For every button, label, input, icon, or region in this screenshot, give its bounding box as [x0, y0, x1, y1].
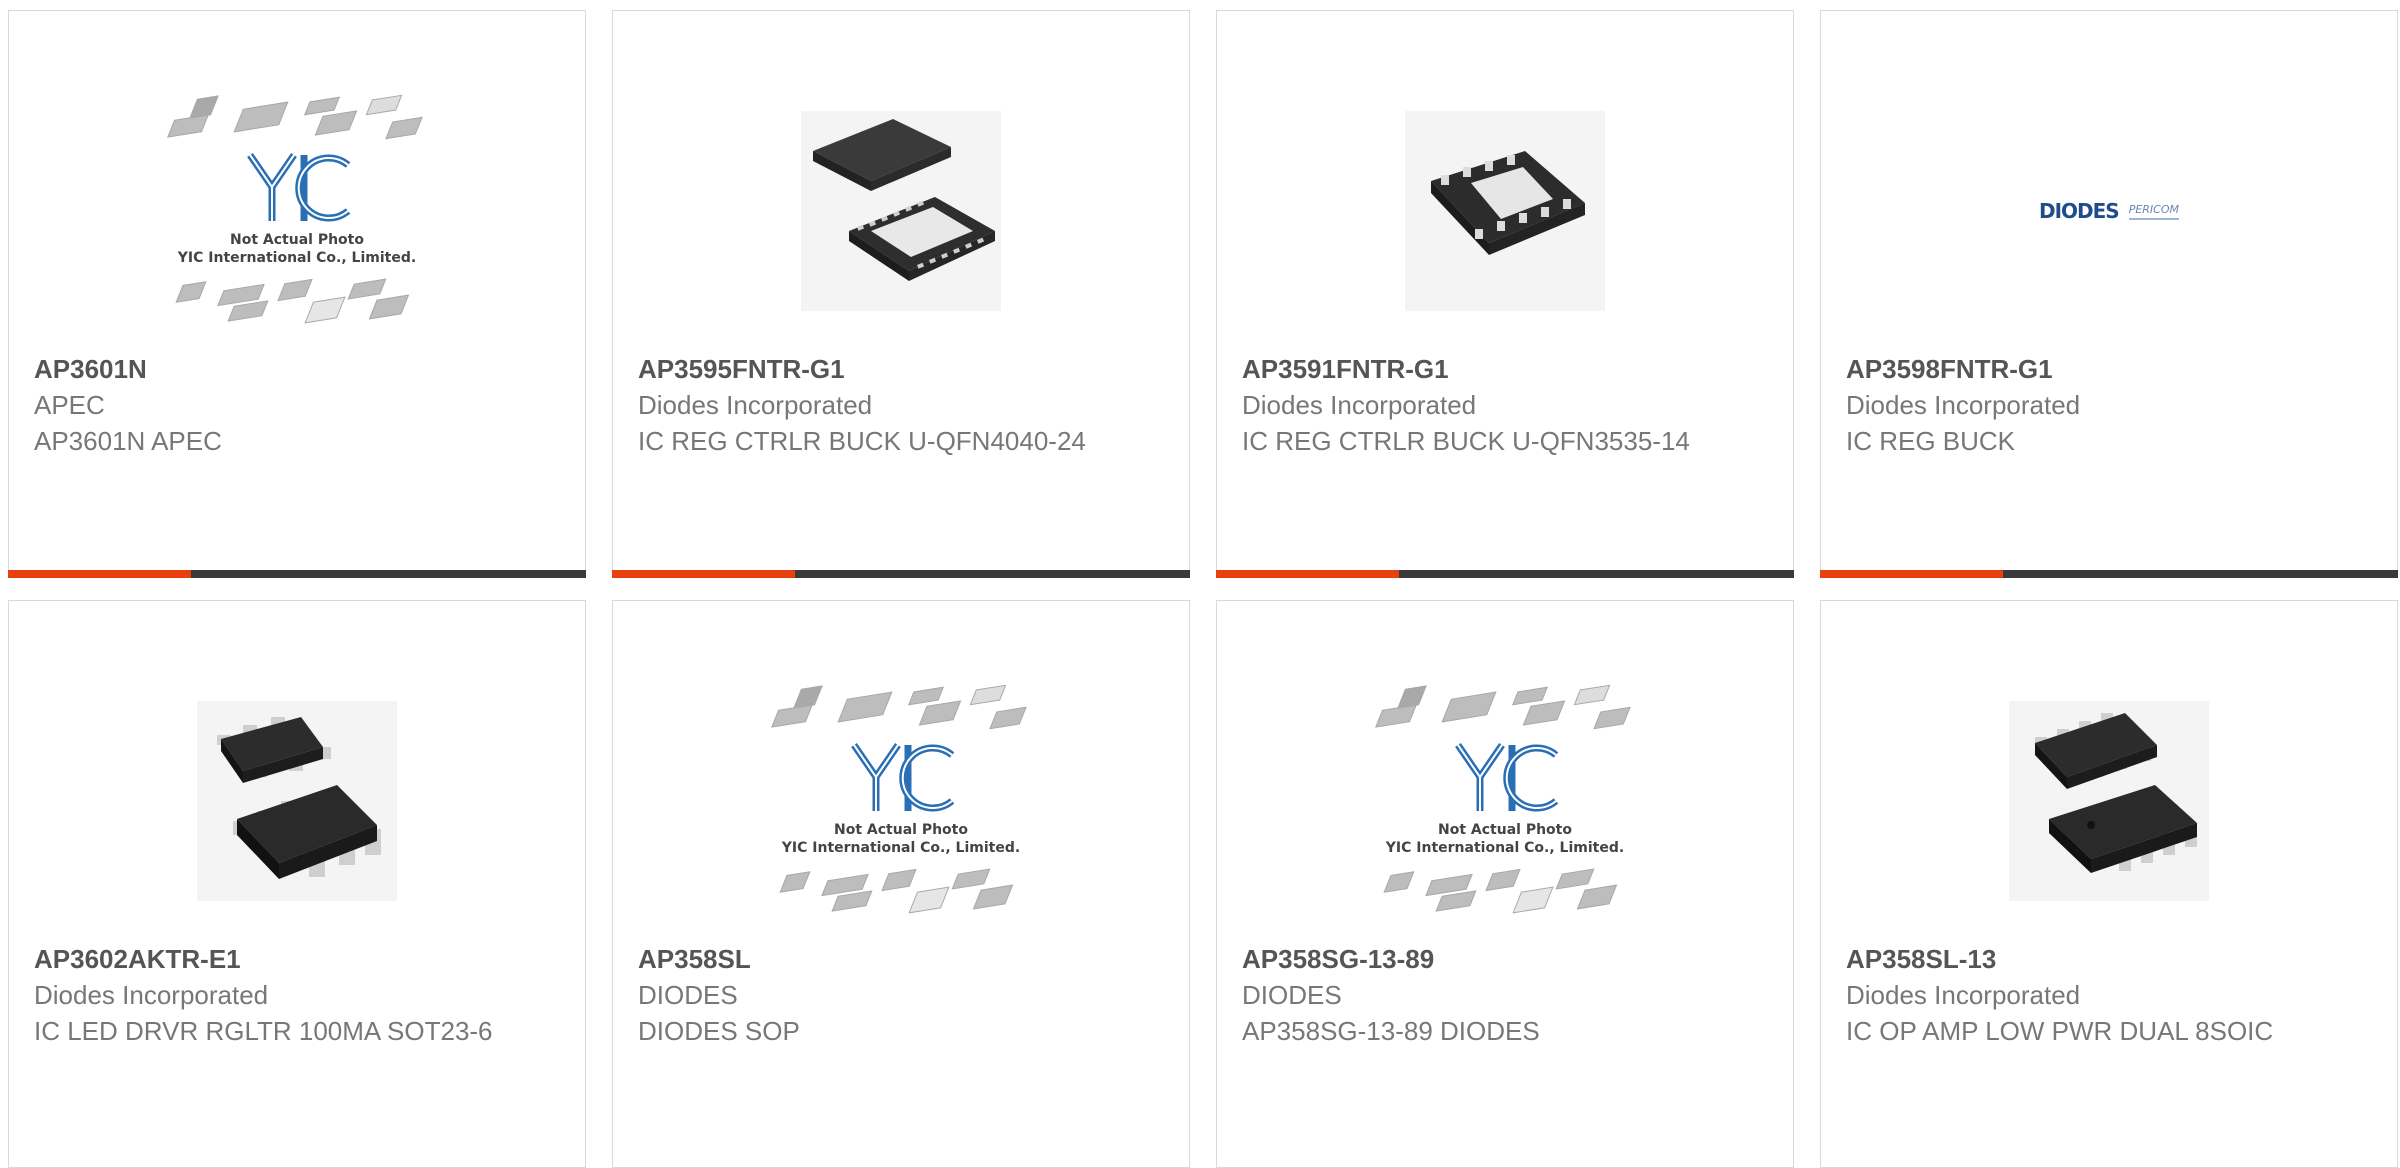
placeholder-image: Not Actual Photo YIC International Co., … [766, 681, 1036, 921]
product-image[interactable]: Not Actual Photo YIC International Co., … [9, 71, 585, 351]
product-card[interactable]: DIODES PERICOM AP3598FNTR-G1 Diodes Inco… [1820, 10, 2398, 578]
manufacturer: Diodes Incorporated [1846, 980, 2081, 1010]
manufacturer: Diodes Incorporated [34, 980, 269, 1010]
part-number[interactable]: AP358SL [638, 941, 1108, 977]
product-card[interactable]: Not Actual Photo YIC International Co., … [1216, 600, 1794, 1168]
card-footer-bar [8, 570, 586, 578]
product-card[interactable]: AP358SL-13 Diodes Incorporated IC OP AMP… [1820, 600, 2398, 1168]
description: AP358SG-13-89 DIODES [1242, 1016, 1540, 1046]
product-card[interactable]: Not Actual Photo YIC International Co., … [8, 10, 586, 578]
part-number[interactable]: AP3601N [34, 351, 504, 387]
manufacturer: APEC [34, 390, 105, 420]
placeholder-caption: Not Actual Photo YIC International Co., … [781, 822, 1021, 856]
manufacturer: Diodes Incorporated [1846, 390, 2081, 420]
manufacturer: Diodes Incorporated [638, 390, 873, 420]
sot23-package-icon [197, 701, 397, 901]
product-card[interactable]: AP3602AKTR-E1 Diodes Incorporated IC LED… [8, 600, 586, 1168]
product-card[interactable]: AP3591FNTR-G1 Diodes Incorporated IC REG… [1216, 10, 1794, 578]
product-image[interactable]: Not Actual Photo YIC International Co., … [1217, 661, 1793, 941]
soic8-package-icon [2009, 701, 2209, 901]
placeholder-caption: Not Actual Photo YIC International Co., … [177, 232, 417, 266]
description: AP3601N APEC [34, 426, 222, 456]
part-number[interactable]: AP3595FNTR-G1 [638, 351, 1108, 387]
qfn24-package-icon [801, 111, 1001, 311]
placeholder-image: Not Actual Photo YIC International Co., … [162, 91, 432, 331]
yic-logo-icon [851, 743, 955, 812]
description: DIODES SOP [638, 1016, 800, 1046]
card-footer-bar [1216, 570, 1794, 578]
placeholder-caption: Not Actual Photo YIC International Co., … [1385, 822, 1625, 856]
description: IC LED DRVR RGLTR 100MA SOT23-6 [34, 1016, 493, 1046]
product-image[interactable] [9, 661, 585, 941]
part-number[interactable]: AP3598FNTR-G1 [1846, 351, 2316, 387]
part-number[interactable]: AP358SL-13 [1846, 941, 2316, 977]
part-number[interactable]: AP3591FNTR-G1 [1242, 351, 1712, 387]
qfn14-package-icon [1405, 111, 1605, 311]
description: IC REG BUCK [1846, 426, 2016, 456]
product-image[interactable]: DIODES PERICOM [1821, 71, 2397, 351]
product-image[interactable] [613, 71, 1189, 351]
product-card[interactable]: AP3595FNTR-G1 Diodes Incorporated IC REG… [612, 10, 1190, 578]
card-footer-bar [612, 570, 1190, 578]
part-number[interactable]: AP3602AKTR-E1 [34, 941, 504, 977]
card-footer-bar [1820, 570, 2398, 578]
description: IC OP AMP LOW PWR DUAL 8SOIC [1846, 1016, 2274, 1046]
diodes-pericom-logo: DIODES PERICOM [2038, 199, 2180, 223]
product-image[interactable]: Not Actual Photo YIC International Co., … [613, 661, 1189, 941]
part-number[interactable]: AP358SG-13-89 [1242, 941, 1712, 977]
manufacturer: Diodes Incorporated [1242, 390, 1477, 420]
description: IC REG CTRLR BUCK U-QFN3535-14 [1242, 426, 1690, 456]
manufacturer: DIODES [1242, 980, 1342, 1010]
placeholder-image: Not Actual Photo YIC International Co., … [1370, 681, 1640, 921]
yic-logo-icon [1455, 743, 1559, 812]
product-image[interactable] [1217, 71, 1793, 351]
yic-logo-icon [247, 153, 351, 222]
description: IC REG CTRLR BUCK U-QFN4040-24 [638, 426, 1086, 456]
product-card[interactable]: Not Actual Photo YIC International Co., … [612, 600, 1190, 1168]
product-image[interactable] [1821, 661, 2397, 941]
manufacturer: DIODES [638, 980, 738, 1010]
